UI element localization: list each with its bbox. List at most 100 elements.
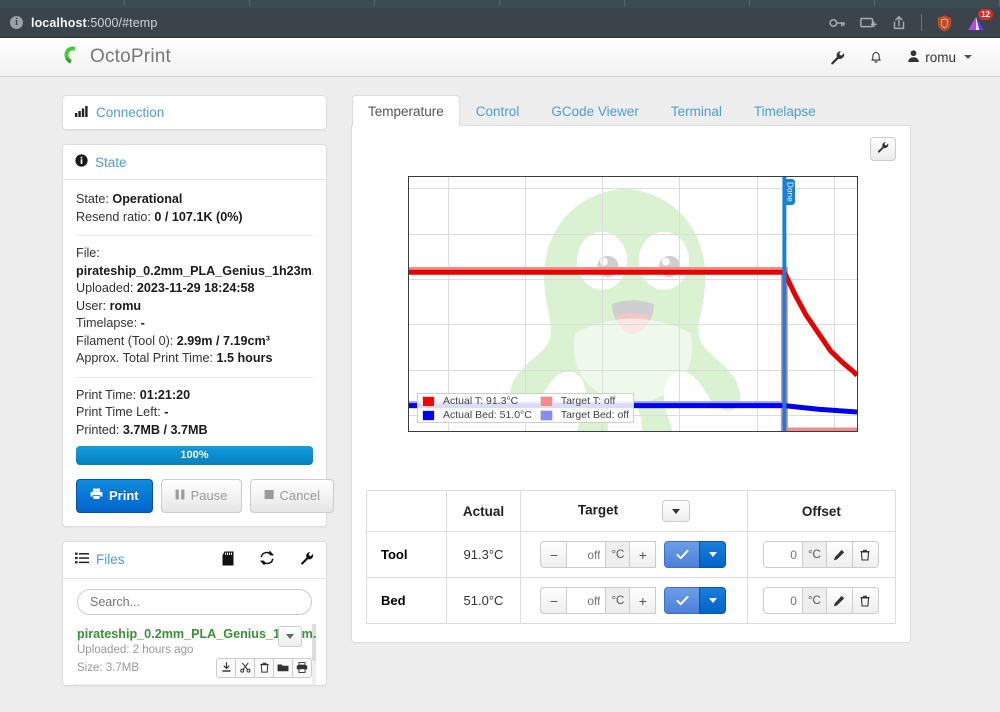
list-item[interactable]: pirateship_0.2mm_PLA_Genius_1h23m.gcode …	[73, 624, 316, 685]
wrench-icon[interactable]	[300, 551, 314, 568]
state-panel-header[interactable]: State	[63, 145, 326, 180]
bed-target-increment-button[interactable]: +	[629, 587, 657, 614]
state-row: State: Operational	[76, 191, 313, 209]
state-panel-title: State	[95, 154, 127, 170]
target-presets-dropdown-button[interactable]	[661, 500, 690, 522]
tool-target-increment-button[interactable]: +	[629, 541, 657, 568]
stop-icon	[264, 487, 274, 505]
tool-target-apply-button[interactable]	[664, 541, 701, 568]
state-row-value: 2.99m / 7.19cm³	[176, 333, 270, 348]
bed-target-decrement-button[interactable]: −	[540, 587, 568, 614]
tab-terminal[interactable]: Terminal	[655, 95, 738, 126]
refresh-icon[interactable]	[259, 550, 275, 568]
brave-shield-icon[interactable]	[935, 14, 953, 32]
state-panel-body: State: Operational Resend ratio: 0 / 107…	[63, 180, 334, 526]
browser-url-bar[interactable]: i localhost:5000/#temp 12	[0, 8, 1000, 38]
file-item-name[interactable]: pirateship_0.2mm_PLA_Genius_1h23m.gcode	[77, 626, 316, 642]
url-host: localhost	[31, 15, 87, 30]
tool-target-decrement-button[interactable]: −	[540, 541, 568, 568]
files-list: pirateship_0.2mm_PLA_Genius_1h23m.gcode …	[73, 623, 316, 685]
print-button-label: Print	[109, 488, 139, 503]
print-icon[interactable]	[292, 657, 312, 678]
browser-tab[interactable]	[875, 0, 1000, 6]
tool-target-apply-dropdown-button[interactable]	[699, 541, 727, 568]
print-progress-fill: 100%	[76, 446, 313, 465]
sdcard-icon[interactable]	[222, 551, 234, 569]
pencil-icon[interactable]	[825, 541, 853, 568]
browser-tab[interactable]	[0, 0, 125, 6]
user-menu[interactable]: romu	[907, 49, 972, 66]
info-circle-icon	[75, 154, 88, 170]
print-button[interactable]: Print	[76, 479, 153, 513]
browser-tab-strip[interactable]	[0, 0, 1000, 8]
site-info-icon[interactable]: i	[10, 16, 23, 29]
extension-icon[interactable]: 12	[966, 8, 993, 33]
tab-temperature[interactable]: Temperature	[352, 95, 460, 126]
page-content: Connection State State: Operational Rese…	[0, 77, 1000, 712]
cancel-button[interactable]: Cancel	[249, 479, 334, 513]
tool-offset-input[interactable]	[762, 541, 803, 568]
connection-panel-header[interactable]: Connection	[63, 96, 326, 129]
state-row-label: Print Time:	[76, 387, 137, 402]
series-actual-tool	[409, 272, 857, 375]
pause-button[interactable]: Pause	[160, 479, 242, 513]
chart-settings-button[interactable]	[870, 137, 896, 161]
state-row: Resend ratio: 0 / 107.1K (0%)	[76, 209, 313, 227]
pencil-icon[interactable]	[825, 587, 853, 614]
browser-toolbar-actions: 12	[828, 8, 993, 33]
table-header-row: Actual Target Offset	[366, 490, 897, 532]
cast-icon[interactable]	[859, 14, 877, 32]
browser-tab[interactable]	[125, 0, 250, 6]
tool-target-unit: °C	[605, 541, 631, 568]
tab-control[interactable]: Control	[460, 95, 536, 126]
chart-plot-area[interactable]: 300°C 250°C 200°C 150°C 100°C 50°C - 27 …	[408, 176, 858, 432]
folder-icon[interactable]	[273, 657, 293, 678]
browser-tab[interactable]	[750, 0, 875, 6]
tool-target-controls: − °C +	[529, 541, 739, 568]
state-panel: State State: Operational Resend ratio: 0…	[62, 144, 334, 527]
bed-target-apply-button[interactable]	[664, 587, 701, 614]
connection-panel: Connection	[62, 95, 327, 130]
file-label: File:	[76, 246, 100, 260]
download-icon[interactable]	[216, 657, 236, 678]
divider	[76, 376, 313, 378]
chevron-down-icon	[286, 633, 294, 639]
app-brand[interactable]: OctoPrint	[62, 44, 171, 71]
tool-actual-value: 91.3°C	[446, 531, 521, 578]
state-row-label: Approx. Total Print Time:	[76, 351, 213, 365]
tool-offset-unit: °C	[801, 541, 827, 568]
tab-timelapse[interactable]: Timelapse	[738, 95, 832, 126]
state-row-value: romu	[109, 298, 142, 313]
tool-target-input[interactable]	[566, 541, 607, 568]
wrench-icon[interactable]	[830, 50, 845, 65]
bed-target-apply-dropdown-button[interactable]	[699, 587, 727, 614]
state-row-value: 1.5 hours	[216, 351, 273, 365]
bed-offset-input[interactable]	[762, 587, 803, 614]
bed-target-input[interactable]	[566, 587, 607, 614]
state-row-label: Timelapse:	[76, 316, 138, 330]
bell-icon[interactable]	[869, 50, 883, 65]
trash-icon[interactable]	[851, 587, 879, 614]
file-menu-button[interactable]	[278, 625, 302, 647]
browser-tab[interactable]	[625, 0, 750, 6]
state-row-value: -	[164, 405, 169, 419]
row-label-bed: Bed	[366, 577, 447, 624]
share-icon[interactable]	[890, 14, 908, 32]
search-input[interactable]	[77, 588, 312, 615]
url-text: localhost:5000/#temp	[31, 16, 157, 30]
browser-tab[interactable]	[375, 0, 500, 6]
trash-icon[interactable]	[254, 657, 274, 678]
tab-gcode-viewer[interactable]: GCode Viewer	[535, 95, 655, 126]
key-icon[interactable]	[828, 14, 846, 32]
trash-icon[interactable]	[851, 541, 879, 568]
scissors-icon[interactable]	[235, 657, 255, 678]
browser-tab[interactable]	[250, 0, 375, 6]
browser-tab[interactable]	[500, 0, 625, 6]
state-row-value: 0 / 107.1K (0%)	[154, 209, 243, 224]
annotation-done-label: Done	[784, 179, 796, 205]
caret-down-icon	[964, 55, 972, 59]
state-row-label: State:	[76, 192, 109, 206]
main-content: Temperature Control GCode Viewer Termina…	[351, 95, 911, 712]
table-row: Bed 51.0°C − °C +	[366, 577, 897, 624]
file-name: pirateship_0.2mm_PLA_Genius_1h23m.gcode	[76, 263, 313, 278]
